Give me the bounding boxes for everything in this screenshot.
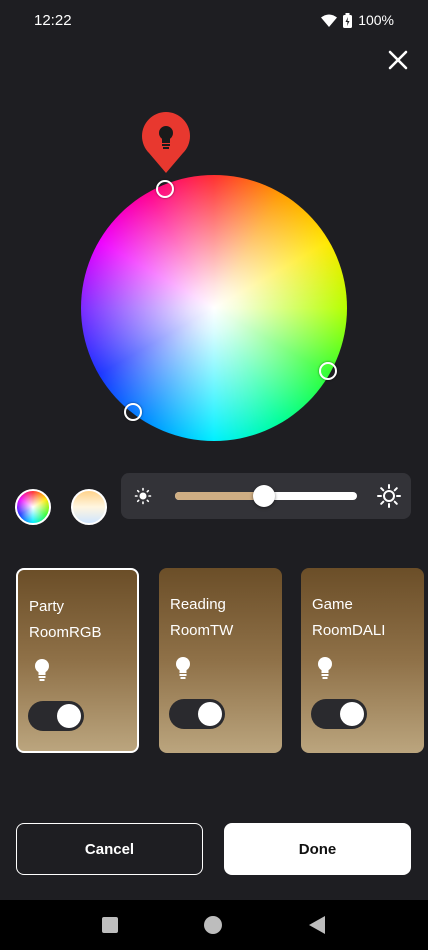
color-handle-2[interactable] bbox=[319, 362, 337, 380]
recents-icon[interactable] bbox=[102, 917, 118, 933]
lightbulb-icon bbox=[318, 657, 332, 679]
color-handle-1[interactable] bbox=[156, 180, 174, 198]
status-icons: 100% bbox=[321, 12, 394, 28]
home-icon[interactable] bbox=[204, 916, 222, 934]
toggle-knob bbox=[57, 704, 81, 728]
light-toggle[interactable] bbox=[311, 699, 367, 729]
wifi-icon bbox=[321, 14, 338, 27]
light-card-party-room[interactable]: Party RoomRGB bbox=[16, 568, 139, 753]
status-bar: 12:22 100% bbox=[0, 0, 428, 40]
light-pin-marker[interactable] bbox=[141, 111, 191, 175]
light-card-label: Reading RoomTW bbox=[170, 596, 234, 639]
light-card-reading-room[interactable]: Reading RoomTW bbox=[159, 568, 282, 753]
light-toggle[interactable] bbox=[28, 701, 84, 731]
color-wheel-container bbox=[81, 175, 347, 441]
battery-icon bbox=[343, 12, 353, 28]
close-icon[interactable] bbox=[383, 45, 413, 75]
battery-percent: 100% bbox=[358, 12, 394, 28]
color-wheel-icon[interactable] bbox=[15, 489, 51, 525]
sun-large-icon bbox=[377, 484, 401, 508]
done-button[interactable]: Done bbox=[224, 823, 411, 875]
brightness-thumb[interactable] bbox=[253, 485, 276, 507]
brightness-fill bbox=[175, 492, 265, 500]
color-wheel[interactable] bbox=[81, 175, 347, 441]
cancel-button[interactable]: Cancel bbox=[16, 823, 203, 875]
lightbulb-icon bbox=[176, 657, 190, 679]
sun-small-icon bbox=[134, 487, 152, 505]
color-handle-3[interactable] bbox=[124, 403, 142, 421]
back-icon[interactable] bbox=[308, 915, 326, 935]
light-toggle[interactable] bbox=[169, 699, 225, 729]
light-card-game-room[interactable]: Game RoomDALI bbox=[301, 568, 424, 753]
brightness-slider[interactable] bbox=[175, 485, 357, 507]
white-temperature-icon[interactable] bbox=[71, 489, 107, 525]
toggle-knob bbox=[340, 702, 364, 726]
lightbulb-icon bbox=[35, 659, 49, 681]
toggle-knob bbox=[198, 702, 222, 726]
light-card-label: Party RoomRGB bbox=[29, 598, 102, 641]
light-card-label: Game RoomDALI bbox=[312, 596, 386, 639]
status-time: 12:22 bbox=[34, 12, 72, 29]
